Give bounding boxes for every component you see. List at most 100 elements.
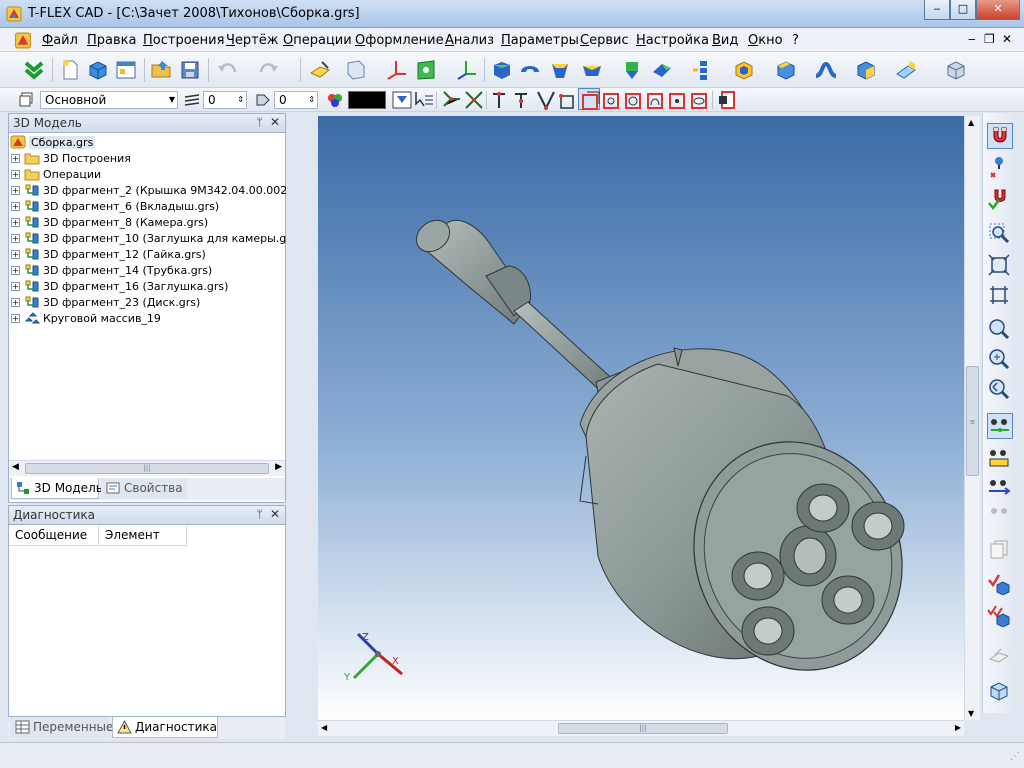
tab-variables[interactable]: Переменные: [10, 717, 113, 738]
tree-item[interactable]: +3D фрагмент_12 (Гайка.grs): [11, 247, 206, 263]
zoom-window-button[interactable]: [987, 221, 1013, 247]
menu-help[interactable]: ?: [792, 33, 799, 48]
tree-item[interactable]: + Круговой массив_19: [11, 311, 161, 327]
menu-operations[interactable]: Операции: [283, 33, 352, 48]
workplane-button[interactable]: [308, 58, 332, 82]
expand-icon[interactable]: +: [11, 282, 20, 291]
maximize-button[interactable]: □: [950, 0, 976, 20]
expand-icon[interactable]: +: [11, 234, 20, 243]
redo-button[interactable]: [256, 58, 280, 82]
zoom-previous-button[interactable]: [987, 377, 1013, 403]
snap-10-button[interactable]: [644, 88, 666, 110]
menu-construct[interactable]: Построения: [143, 33, 224, 48]
sweep-button[interactable]: [580, 58, 604, 82]
tree-item[interactable]: +3D фрагмент_10 (Заглушка для камеры.grs…: [11, 231, 301, 247]
close-button[interactable]: ✕: [976, 0, 1020, 20]
new-3d-model-button[interactable]: [86, 58, 110, 82]
fit-all-button[interactable]: [987, 253, 1013, 279]
document-icon[interactable]: [14, 32, 32, 49]
level-stepper[interactable]: 0 ⇕: [203, 91, 247, 109]
fillet-button[interactable]: [774, 58, 798, 82]
fit-selection-button[interactable]: [987, 283, 1013, 309]
scroll-left-icon[interactable]: ◀: [321, 723, 327, 732]
scroll-thumb[interactable]: |||: [558, 723, 728, 734]
column-header-element[interactable]: Элемент: [99, 526, 187, 546]
mdi-minimize-button[interactable]: ‒: [968, 32, 976, 46]
expand-icon[interactable]: +: [11, 186, 20, 195]
snap-4-button[interactable]: [512, 88, 534, 110]
menu-view[interactable]: Вид: [712, 33, 738, 48]
color-swatch[interactable]: [348, 91, 386, 109]
mdi-close-button[interactable]: ✕: [1002, 32, 1012, 46]
save-button[interactable]: [178, 58, 202, 82]
mdi-restore-button[interactable]: ❐: [984, 32, 995, 46]
expand-icon[interactable]: +: [11, 266, 20, 275]
loft-button[interactable]: [548, 58, 572, 82]
pin-object-button[interactable]: [987, 155, 1013, 181]
expand-icon[interactable]: +: [11, 218, 20, 227]
scroll-right-icon[interactable]: ▶: [275, 462, 282, 472]
filter-button[interactable]: [390, 88, 412, 110]
select-filter-button[interactable]: [412, 88, 434, 110]
profile-button[interactable]: [414, 58, 438, 82]
tree-item[interactable]: +3D фрагмент_14 (Трубка.grs): [11, 263, 212, 279]
tab-3d-model[interactable]: 3D Модель: [11, 478, 103, 499]
viewport-horizontal-scrollbar[interactable]: ◀ ||| ▶: [318, 720, 964, 736]
snap-13-button[interactable]: [716, 88, 738, 110]
section-button[interactable]: [987, 643, 1013, 669]
3d-view-button[interactable]: [344, 58, 368, 82]
face-button[interactable]: [854, 58, 878, 82]
snap-7-button[interactable]: [578, 88, 600, 110]
tree-item[interactable]: +3D фрагмент_16 (Заглушка.grs): [11, 279, 228, 295]
tree-item[interactable]: +3D фрагмент_2 (Крышка 9М342.04.00.002.g…: [11, 183, 312, 199]
model-tree-scrollbar[interactable]: ◀ ||| ▶: [9, 460, 285, 476]
snap-2-button[interactable]: [462, 88, 484, 110]
scroll-left-icon[interactable]: ◀: [12, 462, 19, 472]
snap-5-button[interactable]: [534, 88, 556, 111]
viewport-vertical-scrollbar[interactable]: ▲ ≡ ▼: [964, 116, 980, 720]
pin-icon[interactable]: ᛘ: [256, 116, 263, 129]
minimize-button[interactable]: ‒: [924, 0, 950, 20]
scroll-down-icon[interactable]: ▼: [968, 709, 974, 718]
check-all-button[interactable]: [987, 603, 1013, 629]
copy-view-button[interactable]: [987, 537, 1013, 563]
snap-11-button[interactable]: [666, 88, 688, 110]
tree-item[interactable]: +3D фрагмент_6 (Вкладыш.grs): [11, 199, 219, 215]
expand-icon[interactable]: +: [11, 250, 20, 259]
tab-diagnostics[interactable]: Диагностика: [112, 717, 218, 738]
new-file-button[interactable]: [58, 58, 82, 82]
tab-properties[interactable]: Свойства: [101, 478, 187, 499]
sheet-metal-button[interactable]: [894, 58, 918, 82]
view-cube-button[interactable]: [987, 679, 1013, 705]
surface-button[interactable]: [814, 58, 838, 82]
tree-item[interactable]: +3D фрагмент_23 (Диск.grs): [11, 295, 200, 311]
snap-magnet-button[interactable]: [987, 123, 1013, 149]
blend-button[interactable]: [650, 58, 674, 82]
close-icon[interactable]: ✕: [270, 115, 280, 129]
menu-analysis[interactable]: Анализ: [445, 33, 494, 48]
menu-edit[interactable]: Правка: [87, 33, 136, 48]
tree-root[interactable]: Сборка.grs: [10, 135, 96, 151]
menu-parameters[interactable]: Параметры: [501, 33, 579, 48]
snap-6-button[interactable]: [556, 88, 578, 110]
look-button[interactable]: [987, 475, 1013, 501]
shell-button[interactable]: [732, 58, 756, 82]
snap-1-button[interactable]: [440, 88, 462, 110]
snap-9-button[interactable]: [622, 88, 644, 110]
scroll-right-icon[interactable]: ▶: [955, 723, 961, 732]
rotate-button[interactable]: [518, 58, 542, 82]
snap-3-button[interactable]: [490, 88, 512, 110]
layer-select[interactable]: Основной ▼: [40, 91, 178, 109]
open-button[interactable]: [150, 58, 174, 82]
walk-button[interactable]: [987, 445, 1013, 471]
magnet-check-button[interactable]: [987, 187, 1013, 213]
tree-item[interactable]: + Операции: [11, 167, 101, 183]
confirm-button[interactable]: [22, 58, 46, 82]
spectator-button[interactable]: [987, 501, 1013, 527]
pin-icon[interactable]: ᛘ: [256, 508, 263, 521]
menu-file[interactable]: Файл: [42, 33, 78, 48]
snap-8-button[interactable]: [600, 88, 622, 110]
tree-item[interactable]: +3D фрагмент_8 (Камера.grs): [11, 215, 208, 231]
boolean-button[interactable]: [620, 58, 644, 82]
resize-grip-icon[interactable]: ⋰: [1010, 751, 1020, 762]
